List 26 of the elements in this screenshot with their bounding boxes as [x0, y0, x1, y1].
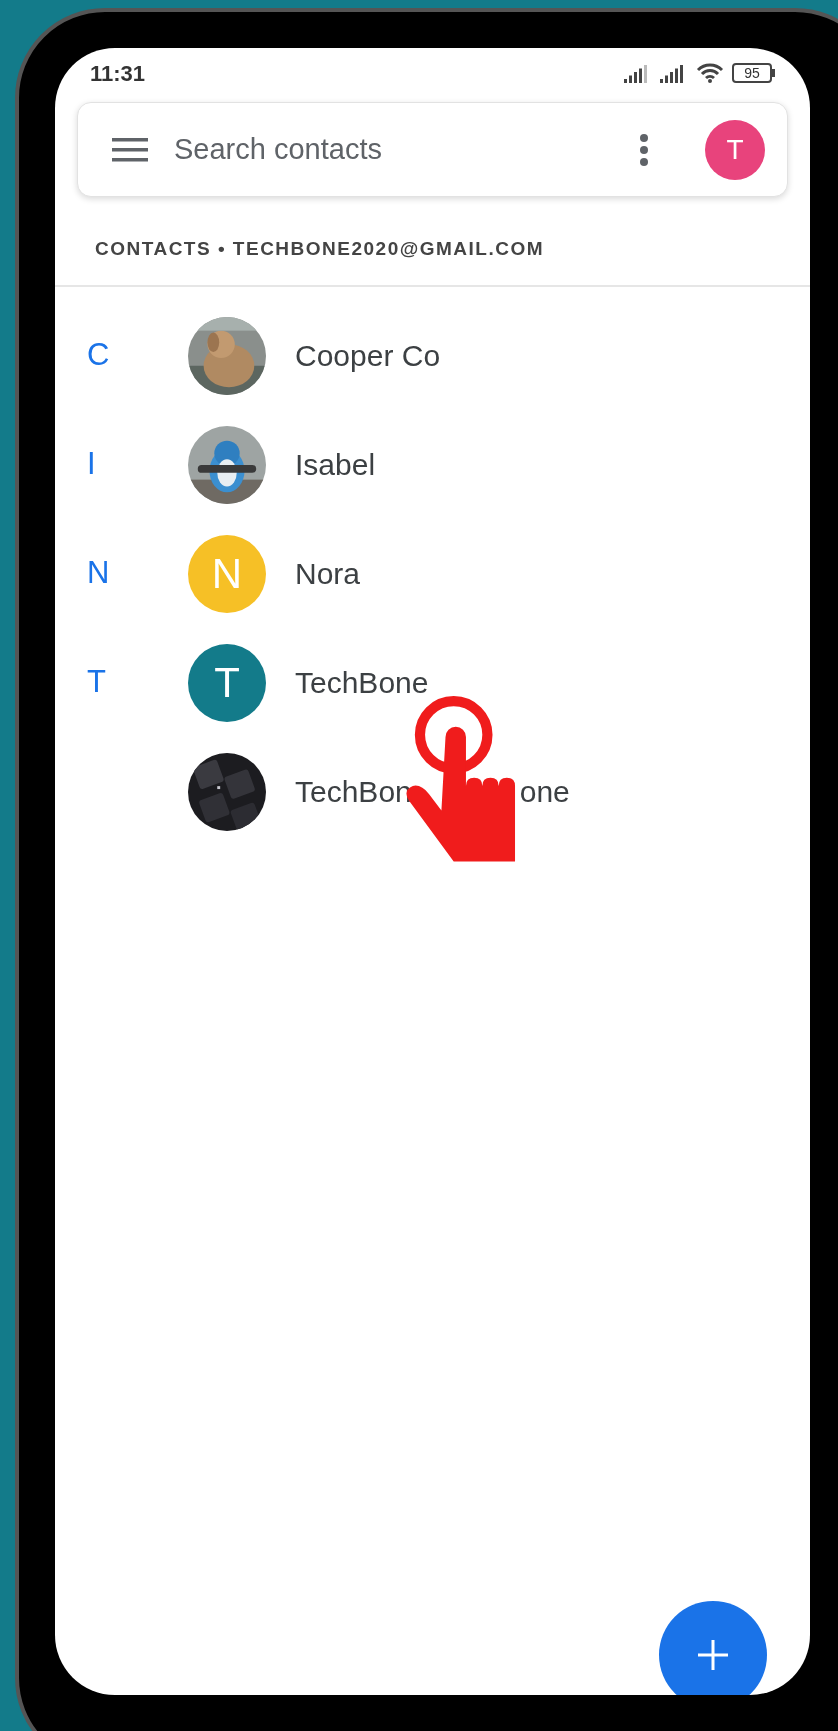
contact-name: TechBone — [295, 665, 429, 701]
section-header: CONTACTS • TECHBONE2020@GMAIL.COM — [95, 238, 545, 259]
plus-icon — [698, 1640, 728, 1670]
contact-row[interactable]: N N Nora — [55, 519, 810, 628]
index-letter: N — [87, 555, 110, 591]
letter-avatar: T — [188, 643, 266, 722]
search-field[interactable]: Search contacts T — [77, 102, 788, 197]
contact-name: one — [519, 774, 570, 810]
battery-indicator: 95 — [732, 63, 775, 83]
contact-row[interactable]: C Cooper Co — [55, 301, 810, 410]
index-letter: C — [87, 337, 110, 373]
menu-icon[interactable] — [112, 135, 148, 164]
contact-name: Nora — [295, 556, 361, 592]
account-avatar[interactable]: T — [705, 119, 765, 180]
wifi-icon — [696, 62, 724, 84]
index-letter: T — [87, 664, 106, 700]
more-options-icon[interactable] — [639, 132, 649, 167]
contact-name: Cooper Co — [295, 338, 441, 374]
contact-row[interactable]: T T TechBone — [55, 628, 810, 737]
contact-name: TechBon — [295, 774, 412, 810]
contact-row[interactable]: TechBon one — [55, 737, 810, 846]
index-letter: I — [87, 446, 96, 482]
status-time: 11:31 — [90, 59, 146, 88]
letter-avatar: N — [188, 534, 266, 613]
contact-row[interactable]: I Isabel — [55, 410, 810, 519]
contact-name: Isabel — [295, 447, 376, 483]
